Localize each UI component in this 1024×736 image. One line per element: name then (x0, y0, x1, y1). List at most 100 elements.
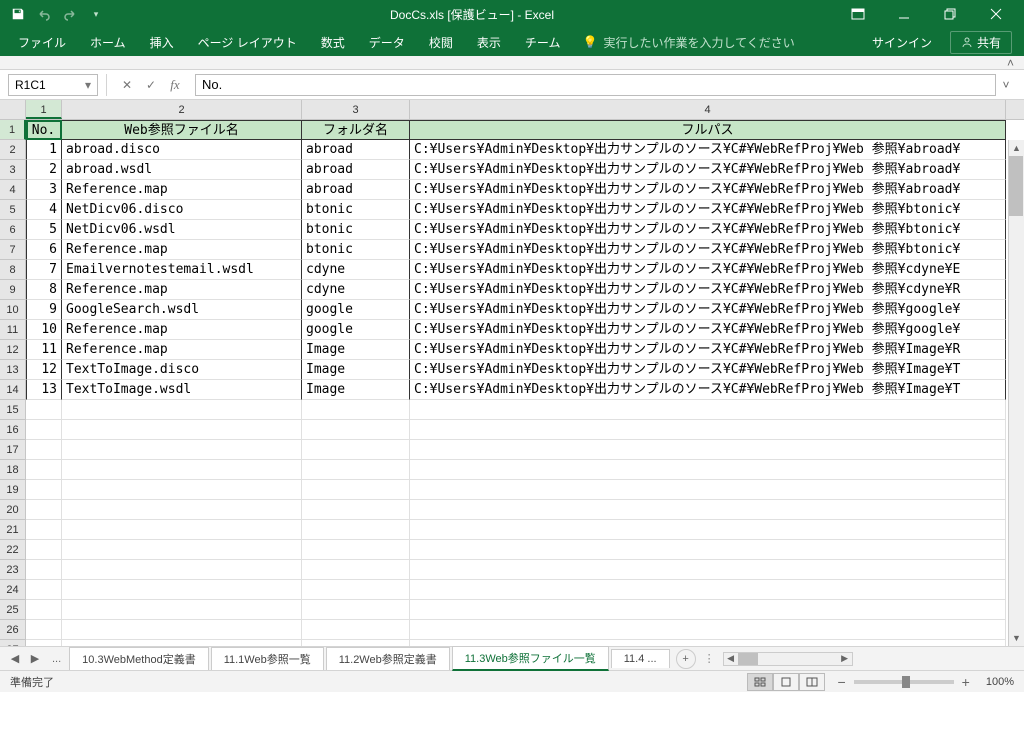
cell[interactable] (26, 640, 62, 646)
cell[interactable]: C:¥Users¥Admin¥Desktop¥出力サンプルのソース¥C#¥Web… (410, 260, 1006, 280)
cell[interactable]: cdyne (302, 260, 410, 280)
cell[interactable] (62, 460, 302, 480)
cell[interactable]: cdyne (302, 280, 410, 300)
cell[interactable]: abroad.disco (62, 140, 302, 160)
cell[interactable]: Reference.map (62, 280, 302, 300)
ribbon-tab-insert[interactable]: 挿入 (138, 28, 186, 56)
horizontal-scrollbar[interactable]: ◀ ▶ (723, 652, 853, 666)
enter-formula-icon[interactable]: ✓ (139, 78, 163, 92)
cell[interactable] (410, 520, 1006, 540)
row-header[interactable]: 24 (0, 580, 26, 600)
select-all-corner[interactable] (0, 100, 26, 120)
cell[interactable]: btonic (302, 220, 410, 240)
ribbon-tab-pagelayout[interactable]: ページ レイアウト (186, 28, 309, 56)
cell[interactable] (62, 580, 302, 600)
cell[interactable] (26, 600, 62, 620)
share-button[interactable]: 共有 (950, 31, 1012, 54)
cell[interactable] (410, 640, 1006, 646)
signin-link[interactable]: サインイン (860, 34, 944, 51)
row-header[interactable]: 1 (0, 120, 26, 140)
row-header[interactable]: 14 (0, 380, 26, 400)
cell[interactable] (62, 620, 302, 640)
ribbon-tab-review[interactable]: 校閲 (417, 28, 465, 56)
col-header-4[interactable]: 4 (410, 100, 1006, 119)
scroll-down-icon[interactable]: ▼ (1009, 630, 1024, 646)
sheet-tab-3[interactable]: 11.3Web参照ファイル一覧 (452, 646, 609, 671)
cell[interactable] (302, 520, 410, 540)
name-box[interactable]: R1C1 ▾ (8, 74, 98, 96)
row-header[interactable]: 23 (0, 560, 26, 580)
cell[interactable]: NetDicv06.disco (62, 200, 302, 220)
row-header[interactable]: 18 (0, 460, 26, 480)
redo-icon[interactable] (58, 3, 82, 25)
ribbon-tab-data[interactable]: データ (357, 28, 417, 56)
cell[interactable] (302, 560, 410, 580)
save-icon[interactable] (6, 3, 30, 25)
cell[interactable]: C:¥Users¥Admin¥Desktop¥出力サンプルのソース¥C#¥Web… (410, 280, 1006, 300)
cell[interactable]: Image (302, 380, 410, 400)
cell[interactable] (26, 480, 62, 500)
cell[interactable]: btonic (302, 200, 410, 220)
row-header[interactable]: 12 (0, 340, 26, 360)
cell[interactable] (410, 480, 1006, 500)
cell[interactable] (26, 580, 62, 600)
cell[interactable] (302, 440, 410, 460)
cell[interactable] (302, 480, 410, 500)
row-header[interactable]: 17 (0, 440, 26, 460)
cell[interactable]: abroad (302, 160, 410, 180)
cell[interactable] (62, 520, 302, 540)
cell[interactable] (302, 500, 410, 520)
cell[interactable]: フォルダ名 (302, 120, 410, 140)
row-header[interactable]: 22 (0, 540, 26, 560)
cell[interactable] (410, 460, 1006, 480)
zoom-level[interactable]: 100% (986, 676, 1014, 688)
sheet-nav-prev-icon[interactable]: ◀ (6, 652, 24, 665)
cell[interactable] (26, 520, 62, 540)
row-header[interactable]: 19 (0, 480, 26, 500)
cell[interactable]: 1 (26, 140, 62, 160)
row-header[interactable]: 13 (0, 360, 26, 380)
vertical-scrollbar[interactable]: ▲ ▼ (1008, 140, 1024, 646)
cell[interactable] (302, 600, 410, 620)
cell[interactable]: Reference.map (62, 240, 302, 260)
cell[interactable]: C:¥Users¥Admin¥Desktop¥出力サンプルのソース¥C#¥Web… (410, 360, 1006, 380)
cell[interactable]: C:¥Users¥Admin¥Desktop¥出力サンプルのソース¥C#¥Web… (410, 300, 1006, 320)
row-header[interactable]: 8 (0, 260, 26, 280)
col-header-1[interactable]: 1 (26, 100, 62, 119)
new-sheet-icon[interactable]: + (676, 649, 696, 669)
zoom-out-icon[interactable]: − (837, 674, 845, 690)
ribbon-tab-formulas[interactable]: 数式 (309, 28, 357, 56)
insert-function-icon[interactable]: fx (163, 77, 187, 93)
cell[interactable]: TextToImage.wsdl (62, 380, 302, 400)
cell[interactable] (302, 580, 410, 600)
cell[interactable]: 3 (26, 180, 62, 200)
row-header[interactable]: 26 (0, 620, 26, 640)
expand-formula-bar-icon[interactable]: ˅ (996, 78, 1016, 92)
cell[interactable]: 7 (26, 260, 62, 280)
cell[interactable] (26, 500, 62, 520)
cell[interactable] (410, 420, 1006, 440)
view-pagebreak-icon[interactable] (799, 673, 825, 691)
zoom-slider[interactable] (854, 680, 954, 684)
cell[interactable]: C:¥Users¥Admin¥Desktop¥出力サンプルのソース¥C#¥Web… (410, 140, 1006, 160)
hscroll-thumb[interactable] (738, 653, 758, 665)
cancel-formula-icon[interactable]: ✕ (115, 78, 139, 92)
cell[interactable]: abroad (302, 140, 410, 160)
cell[interactable] (62, 400, 302, 420)
formula-input[interactable]: No. (195, 74, 996, 96)
cell[interactable] (26, 540, 62, 560)
cell[interactable] (26, 620, 62, 640)
cell[interactable]: google (302, 320, 410, 340)
row-header[interactable]: 3 (0, 160, 26, 180)
cell[interactable]: 12 (26, 360, 62, 380)
scroll-up-icon[interactable]: ▲ (1009, 140, 1024, 156)
cell[interactable]: abroad.wsdl (62, 160, 302, 180)
cell[interactable] (410, 600, 1006, 620)
sheet-tab-1[interactable]: 11.1Web参照一覧 (211, 647, 324, 670)
cell[interactable]: 9 (26, 300, 62, 320)
restore-icon[interactable] (928, 0, 972, 28)
cell[interactable]: Image (302, 360, 410, 380)
cell[interactable]: Reference.map (62, 340, 302, 360)
cell[interactable] (302, 620, 410, 640)
cell[interactable] (26, 440, 62, 460)
